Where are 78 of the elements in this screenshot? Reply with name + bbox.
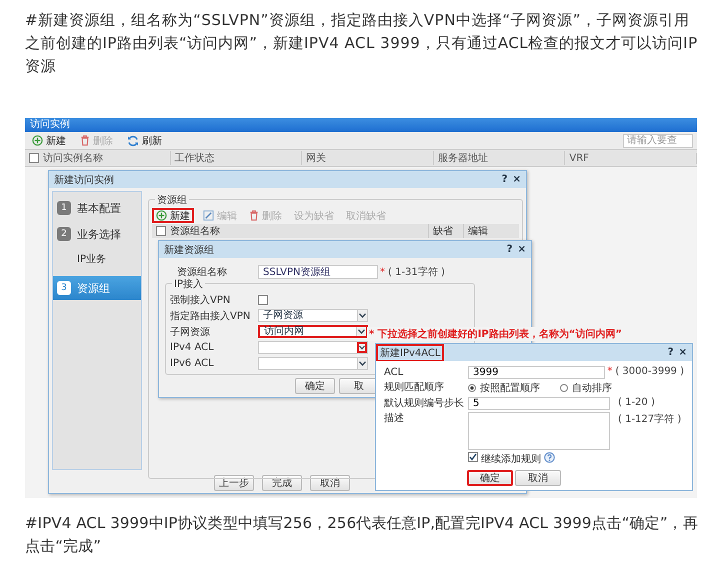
field-hint: ( 3000-3999 ) — [615, 366, 684, 377]
dropdown[interactable] — [258, 341, 368, 354]
field-label: 资源组名称 — [176, 266, 228, 278]
intro-paragraph: #新建资源组，组名称为“SSLVPN”资源组，指定路由接入VPN中选择“子网资源”，子网资源引用之前创建的IP路由列表“访问内网”，新建IPV4 ACL 3999，只有通过ACL检查的报文才可以访问IP资源 — [24, 10, 699, 77]
description-field[interactable] — [468, 412, 610, 450]
title-bar-button[interactable]: ? — [506, 244, 513, 255]
outro-paragraph: #IPV4 ACL 3999中IP协议类型中填写256，256代表任意IP,配置完IPV4 ACL 3999点击“确定”，再点击“完成” — [24, 513, 699, 557]
checkbox[interactable] — [156, 226, 166, 236]
step-number: 3 — [57, 281, 71, 295]
radio-button[interactable] — [468, 384, 476, 392]
column-header: 服务器地址 — [434, 151, 566, 165]
dialog-button[interactable]: 确定 — [467, 470, 513, 486]
help-icon[interactable] — [544, 452, 555, 463]
step-number: 2 — [57, 227, 71, 241]
radio-option[interactable]: 按照配置顺序 — [468, 381, 540, 395]
dialog-button[interactable]: 确定 — [295, 378, 335, 394]
title-bar-button[interactable]: × — [518, 244, 526, 255]
column-header: 编辑 — [463, 224, 498, 238]
dialog-title: 新建资源组 — [164, 244, 214, 256]
column-header: 访问实例名称 — [39, 151, 171, 165]
column-header: VRF — [565, 152, 697, 164]
step-item[interactable]: 1 基本配置 — [53, 196, 141, 220]
field-label: ACL — [384, 366, 404, 379]
search-field[interactable]: 请输入要查 — [623, 134, 693, 148]
column-header: 网关 — [302, 151, 434, 165]
window-title: 访问实例 — [25, 118, 697, 132]
annotation-text: * 下拉选择之前创建好的IP路由列表，名称为“访问内网” — [367, 327, 624, 341]
title-bar-button[interactable]: ? — [502, 174, 508, 185]
dropdown[interactable]: 子网资源 — [258, 309, 368, 322]
step-number: 1 — [57, 201, 71, 215]
add-icon — [156, 210, 167, 221]
dialog-button[interactable]: 取消 — [515, 470, 561, 486]
field-label: 规则匹配顺序 — [384, 381, 445, 394]
field-label: 描述 — [384, 412, 405, 425]
dialog-title: 新建访问实例 — [54, 174, 114, 186]
checkbox[interactable] — [258, 294, 268, 304]
field-hint: ( 1-127字符 ) — [618, 412, 682, 426]
refresh-button[interactable]: 刷新 — [124, 133, 165, 148]
step-item[interactable]: 2 业务选择 — [53, 222, 141, 246]
field-hint: ( 1-20 ) — [618, 397, 655, 408]
checkbox[interactable] — [468, 452, 478, 462]
column-header: 工作状态 — [170, 151, 302, 165]
trash-icon — [249, 210, 259, 221]
add-button[interactable]: 新建 — [152, 208, 194, 223]
radio-option[interactable]: 自动排序 — [560, 381, 612, 395]
field-hint: ( 1-31字符 ) — [388, 266, 445, 279]
radio-button[interactable] — [560, 384, 568, 392]
field-label: 强制接入VPN — [170, 294, 232, 306]
step-item[interactable]: 3 资源组 — [53, 276, 141, 300]
step-item[interactable]: IP业务 — [53, 248, 141, 272]
title-bar-button[interactable]: × — [678, 347, 687, 358]
step-label: 基本配置 — [77, 200, 121, 216]
pencil-icon — [203, 210, 214, 221]
title-bar-button[interactable]: ? — [668, 347, 674, 358]
checkbox-label: 继续添加规则 — [481, 452, 541, 466]
title-bar-button[interactable]: × — [512, 174, 521, 185]
group-legend: IP接入 — [172, 277, 205, 291]
input-field[interactable]: 3999 — [468, 366, 606, 379]
add-icon — [32, 135, 43, 146]
input-field[interactable]: SSLVPN资源组 — [258, 265, 378, 279]
column-header: 资源组名称 — [169, 225, 221, 238]
field-label: 默认规则编号步长 — [384, 397, 465, 410]
field-label: 子网资源 — [170, 326, 211, 338]
required-mark: * — [607, 366, 612, 377]
add-button[interactable]: 新建 — [29, 133, 69, 148]
column-header: 缺省 — [428, 224, 463, 238]
refresh-icon — [127, 134, 139, 146]
step-label: 资源组 — [77, 280, 110, 296]
input-field[interactable]: 5 — [468, 397, 610, 410]
step-label: 业务选择 — [77, 226, 121, 242]
trash-icon — [80, 135, 90, 146]
field-label: IPv4 ACL — [170, 342, 215, 353]
field-label: IPv6 ACL — [170, 358, 215, 369]
group-legend: 资源组 — [155, 193, 189, 207]
required-mark: * — [380, 266, 385, 278]
field-label: 指定路由接入VPN — [170, 310, 252, 322]
dropdown[interactable]: 访问内网 — [258, 325, 368, 338]
checkbox[interactable] — [29, 153, 39, 163]
